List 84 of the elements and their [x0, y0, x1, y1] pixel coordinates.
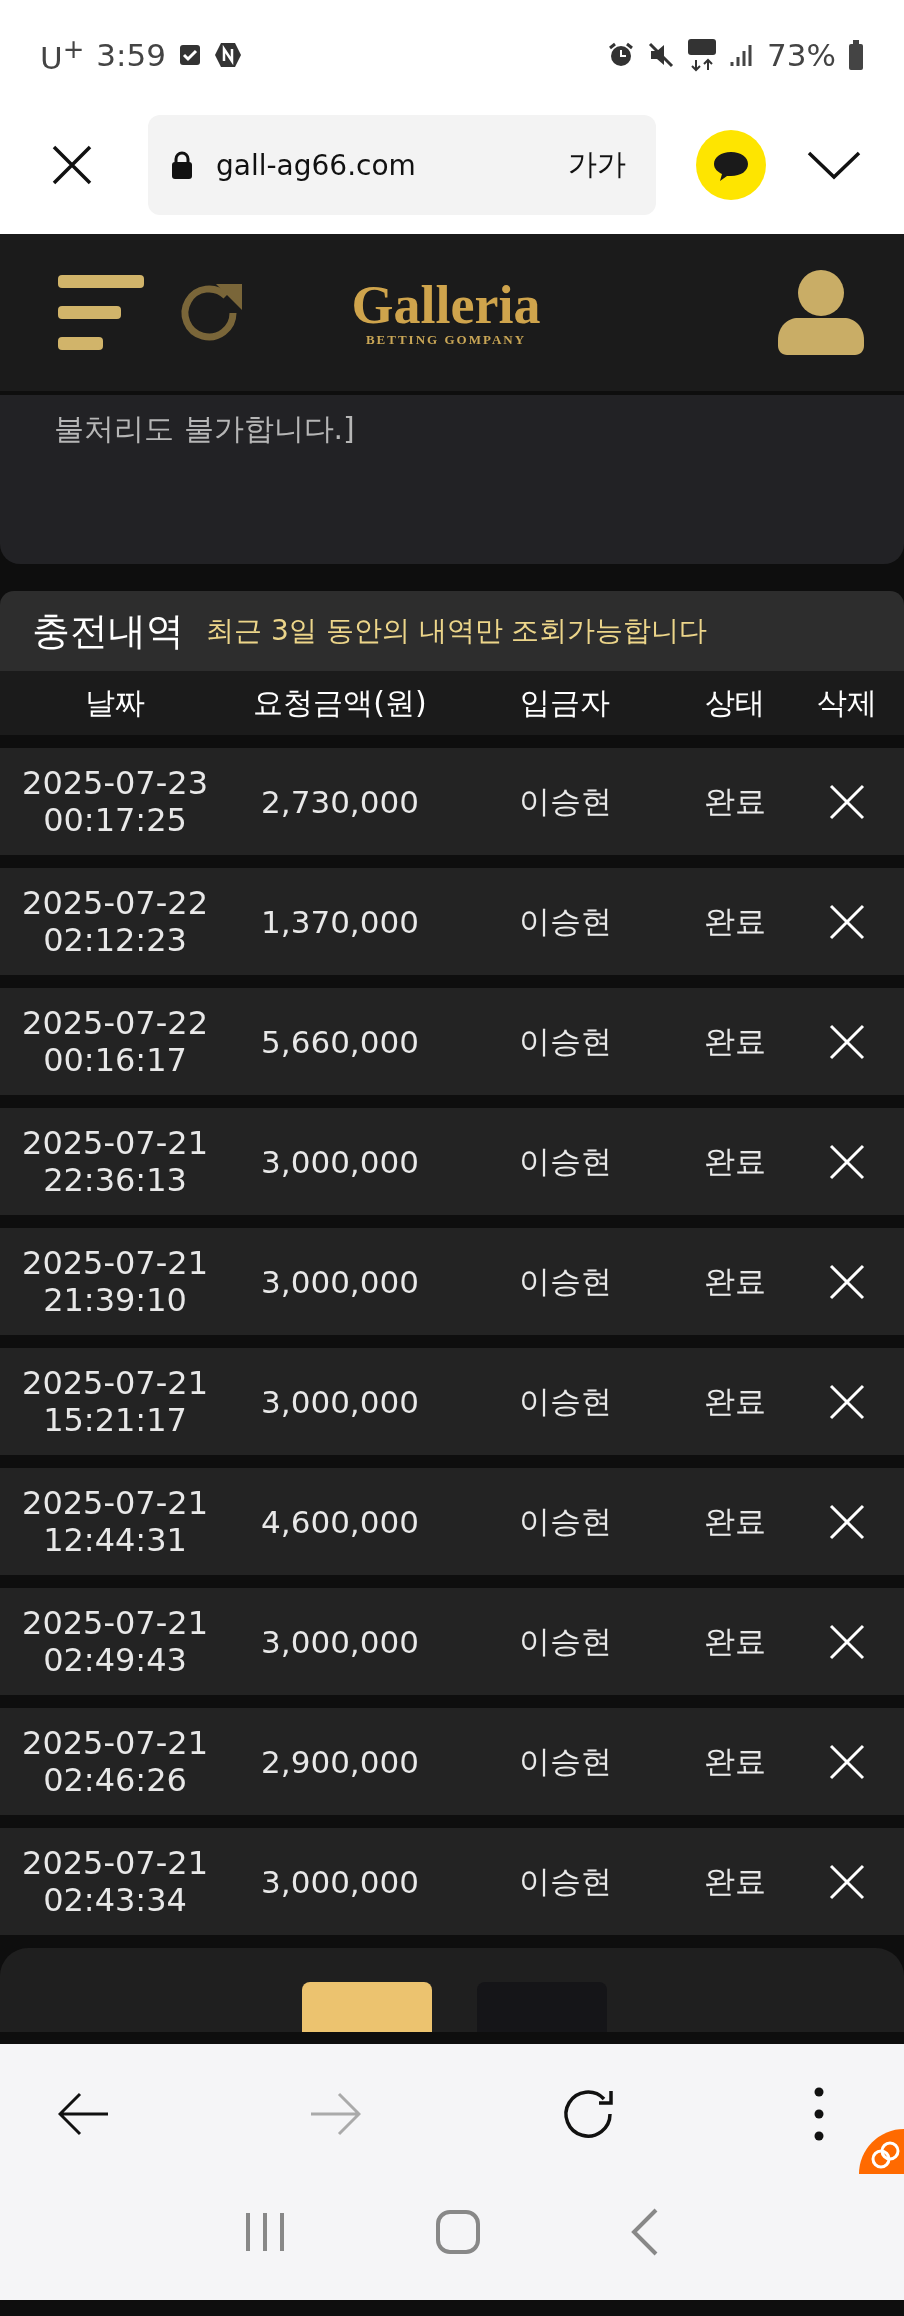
- delete-icon[interactable]: [829, 1743, 865, 1780]
- depositor-cell-text: 이승현: [518, 1501, 612, 1541]
- status-cell-text: 완료: [704, 1861, 766, 1901]
- amount-cell: 2,730,000: [261, 783, 419, 820]
- column-header: 요청금액(원): [253, 683, 427, 722]
- floating-badge-icon[interactable]: [859, 2129, 904, 2174]
- battery-icon: [848, 40, 864, 70]
- column-header: 입금자: [520, 683, 610, 722]
- date-cell: 2025-07-22 00:16:17: [22, 1004, 208, 1079]
- logo-tagline: BETTING GOMPANY: [365, 331, 527, 348]
- delete-icon[interactable]: [829, 1263, 865, 1300]
- date-cell: 2025-07-23 00:17:25: [22, 764, 208, 839]
- amount-cell: 5,660,000: [261, 1023, 419, 1060]
- status-cell-text: 완료: [704, 1021, 766, 1061]
- date-cell: 2025-07-21 15:21:17: [22, 1364, 208, 1439]
- back-icon[interactable]: [630, 2208, 659, 2256]
- clock: 3:59: [96, 37, 166, 73]
- section-note: 최근 3일 동안의 내역만 조회가능합니다: [206, 613, 708, 649]
- home-icon[interactable]: [436, 2210, 480, 2254]
- delete-icon[interactable]: [829, 1863, 865, 1900]
- carrier: U$^{+}$: [40, 33, 85, 77]
- depositor-cell-text: 이승현: [518, 1021, 612, 1061]
- date-cell: 2025-07-21 02:46:26: [22, 1724, 208, 1799]
- checkbox-icon: [178, 43, 202, 67]
- date-cell: 2025-07-21 12:44:31: [22, 1484, 208, 1559]
- status-cell-text: 완료: [704, 1261, 766, 1301]
- depositor-cell-text: 이승현: [518, 901, 612, 941]
- back-arrow-icon[interactable]: [58, 2092, 110, 2136]
- chevron-down-icon[interactable]: [806, 150, 862, 180]
- notice-text: 불처리도 불가합니다.]: [54, 411, 355, 446]
- delete-icon[interactable]: [829, 1623, 865, 1660]
- delete-icon[interactable]: [829, 1143, 865, 1180]
- status-cell-text: 완료: [704, 1501, 766, 1541]
- date-cell: 2025-07-21 02:43:34: [22, 1844, 208, 1919]
- amount-cell: 1,370,000: [261, 903, 419, 940]
- menu-icon[interactable]: [58, 274, 144, 351]
- depositor-cell-text: 이승현: [518, 1141, 612, 1181]
- url-text: gall-ag66.com: [216, 148, 416, 182]
- amount-cell: 3,000,000: [261, 1143, 419, 1180]
- column-header: 삭제: [817, 683, 877, 722]
- hexagon-icon: [214, 42, 242, 68]
- text-size-button[interactable]: 가가: [568, 145, 626, 185]
- status-cell-text: 완료: [704, 1621, 766, 1661]
- depositor-cell-text: 이승현: [518, 781, 612, 821]
- status-cell-text: 완료: [704, 781, 766, 821]
- section-title: 충전내역: [32, 607, 184, 655]
- chat-bubble-icon[interactable]: [696, 130, 766, 200]
- depositor-cell-text: 이승현: [518, 1741, 612, 1781]
- logo-text: Galleria: [351, 277, 541, 332]
- amount-cell: 3,000,000: [261, 1263, 419, 1300]
- status-cell-text: 완료: [704, 1741, 766, 1781]
- network-icon: [687, 38, 718, 72]
- depositor-cell-text: 이승현: [518, 1861, 612, 1901]
- depositor-cell-text: 이승현: [518, 1381, 612, 1421]
- user-icon[interactable]: [778, 269, 864, 356]
- amount-cell: 4,600,000: [261, 1503, 419, 1540]
- delete-icon[interactable]: [829, 1503, 865, 1540]
- lock-icon: [170, 150, 194, 180]
- more-icon[interactable]: [814, 2087, 824, 2141]
- date-cell: 2025-07-21 22:36:13: [22, 1124, 208, 1199]
- battery-level: 73%: [767, 37, 836, 73]
- column-header: 날짜: [85, 683, 145, 722]
- delete-icon[interactable]: [829, 903, 865, 940]
- column-header: 상태: [705, 683, 765, 722]
- date-cell: 2025-07-22 02:12:23: [22, 884, 208, 959]
- date-cell: 2025-07-21 21:39:10: [22, 1244, 208, 1319]
- status-cell-text: 완료: [704, 1381, 766, 1421]
- amount-cell: 3,000,000: [261, 1623, 419, 1660]
- mute-icon: [647, 41, 676, 69]
- status-cell-text: 완료: [704, 901, 766, 941]
- delete-icon[interactable]: [829, 1383, 865, 1420]
- recent-apps-icon[interactable]: [245, 2211, 286, 2253]
- address-bar[interactable]: gall-ag66.com 가가: [148, 115, 656, 215]
- amount-cell: 2,900,000: [261, 1743, 419, 1780]
- delete-icon[interactable]: [829, 1023, 865, 1060]
- close-icon[interactable]: [50, 143, 94, 187]
- amount-cell: 3,000,000: [261, 1863, 419, 1900]
- status-cell-text: 완료: [704, 1141, 766, 1181]
- depositor-cell-text: 이승현: [518, 1261, 612, 1301]
- amount-cell: 3,000,000: [261, 1383, 419, 1420]
- date-cell: 2025-07-21 02:49:43: [22, 1604, 208, 1679]
- alarm-icon: [607, 41, 636, 69]
- delete-icon[interactable]: [829, 783, 865, 820]
- depositor-cell-text: 이승현: [518, 1621, 612, 1661]
